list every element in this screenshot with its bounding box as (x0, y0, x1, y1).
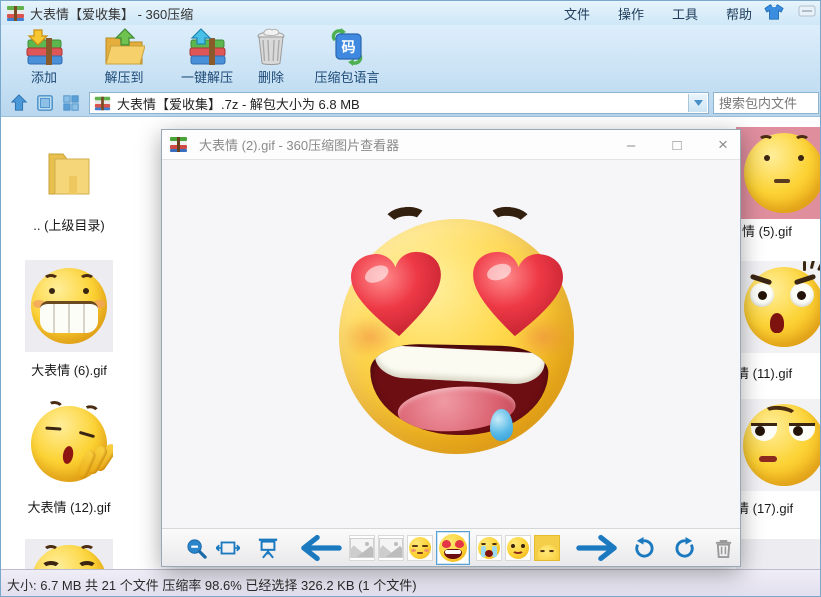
file-label[interactable]: 大表情 (12).gif (25, 497, 113, 516)
viewer-archive-icon (170, 137, 187, 152)
viewer-title: 大表情 (2).gif - 360压缩图片查看器 (199, 135, 399, 154)
filmstrip-placeholder-2[interactable] (378, 535, 404, 561)
viewer-toolbar (162, 528, 740, 566)
add-label: 添加 (31, 67, 57, 86)
one-click-extract-button[interactable]: 一键解压 (169, 28, 245, 86)
search-box (713, 92, 819, 114)
archive-language-button[interactable]: 码 压缩包语言 (301, 28, 393, 86)
next-image-icon[interactable] (574, 529, 620, 567)
rotate-right-icon[interactable] (672, 529, 698, 567)
zoom-out-icon[interactable] (184, 529, 208, 567)
viewer-canvas (162, 160, 740, 528)
filmstrip-thumb-heart-eyes-selected[interactable] (436, 531, 470, 565)
add-archive-icon (24, 28, 64, 66)
archive-language-icon: 码 (327, 28, 367, 66)
file-label[interactable]: 大表情 (6).gif (25, 360, 113, 379)
file-label[interactable]: 情 (5).gif (742, 221, 792, 240)
archive-language-label: 压缩包语言 (314, 67, 379, 86)
delete-label: 删除 (258, 67, 284, 86)
extract-to-label: 解压到 (104, 67, 143, 86)
feedback-icon[interactable] (798, 4, 816, 25)
menu-operation[interactable]: 操作 (618, 4, 644, 23)
file-thumbnail[interactable] (25, 398, 113, 490)
file-thumbnail[interactable] (25, 539, 113, 569)
file-thumbnail[interactable] (736, 539, 821, 569)
folder-icon (43, 150, 95, 196)
view-mode-icon[interactable] (35, 93, 55, 113)
one-click-extract-label: 一键解压 (181, 67, 233, 86)
delete-button[interactable]: 删除 (247, 28, 295, 86)
app-window: 大表情【爱收集】 - 360压缩 文件 操作 工具 帮助 (0, 0, 821, 597)
heart-eye-right (467, 250, 567, 343)
address-bar: 大表情【爱收集】.7z - 解包大小为 6.8 MB (1, 89, 821, 117)
title-bar: 大表情【爱收集】 - 360压缩 文件 操作 工具 帮助 (1, 1, 821, 25)
menu-help[interactable]: 帮助 (726, 4, 752, 23)
fit-to-window-icon[interactable] (216, 529, 240, 567)
archive-file-icon (95, 96, 110, 110)
app-archive-icon (7, 6, 24, 21)
menu-bar: 文件 操作 工具 帮助 (564, 1, 752, 25)
rotate-left-icon[interactable] (630, 529, 656, 567)
archive-path-text: 大表情【爱收集】.7z - 解包大小为 6.8 MB (117, 94, 360, 113)
slideshow-icon[interactable] (256, 529, 280, 567)
extract-to-button[interactable]: 解压到 (87, 28, 161, 86)
viewer-maximize-button[interactable]: □ (668, 137, 686, 154)
status-bar: 大小: 6.7 MB 共 21 个文件 压缩率 98.6% 已经选择 326.2… (1, 569, 821, 597)
code-glyph: 码 (336, 35, 361, 59)
viewer-delete-icon[interactable] (710, 529, 736, 567)
heart-eye-left (347, 250, 447, 343)
image-viewer-window: 大表情 (2).gif - 360压缩图片查看器 – □ × (161, 129, 741, 567)
menu-tools[interactable]: 工具 (672, 4, 698, 23)
up-directory-icon[interactable] (9, 93, 29, 113)
filmstrip-thumb-chin[interactable] (505, 535, 531, 561)
search-input[interactable] (714, 93, 818, 113)
file-thumbnail[interactable] (736, 261, 821, 353)
extract-folder-icon (103, 28, 145, 66)
heart-eyes-emoji-image (339, 219, 574, 454)
filmstrip-thumb-crying[interactable] (476, 535, 502, 561)
file-label[interactable]: 情 (17).gif (736, 498, 793, 517)
filmstrip-placeholder-1[interactable] (349, 535, 375, 561)
icon-view-grid-icon[interactable] (61, 93, 81, 113)
trash-icon (254, 28, 288, 66)
main-toolbar: 添加 解压到 一键解压 (1, 25, 821, 89)
file-thumbnail[interactable] (736, 399, 821, 491)
viewer-close-button[interactable]: × (714, 135, 732, 155)
status-text: 大小: 6.7 MB 共 21 个文件 压缩率 98.6% 已经选择 326.2… (7, 575, 417, 594)
one-click-extract-icon (187, 28, 227, 66)
filmstrip-thumb-peeking[interactable] (534, 535, 560, 561)
archive-path-combobox[interactable]: 大表情【爱收集】.7z - 解包大小为 6.8 MB (89, 92, 709, 114)
previous-image-icon[interactable] (298, 529, 344, 567)
add-button[interactable]: 添加 (13, 28, 75, 86)
file-label[interactable]: 情 (11).gif (736, 363, 792, 382)
skin-theme-icon[interactable] (764, 3, 784, 26)
viewer-minimize-button[interactable]: – (622, 137, 640, 154)
file-thumbnail[interactable] (25, 260, 113, 352)
viewer-title-bar: 大表情 (2).gif - 360压缩图片查看器 – □ × (162, 130, 740, 160)
window-title: 大表情【爱收集】 - 360压缩 (30, 4, 193, 23)
drool-drop (490, 409, 513, 441)
filmstrip-thumb-shy[interactable] (407, 535, 433, 561)
file-thumbnail-selected[interactable] (736, 127, 821, 219)
parent-directory-label[interactable]: .. (上级目录) (25, 215, 113, 234)
combobox-dropdown-button[interactable] (688, 94, 707, 112)
menu-file[interactable]: 文件 (564, 4, 590, 23)
parent-directory-item[interactable] (25, 127, 113, 219)
